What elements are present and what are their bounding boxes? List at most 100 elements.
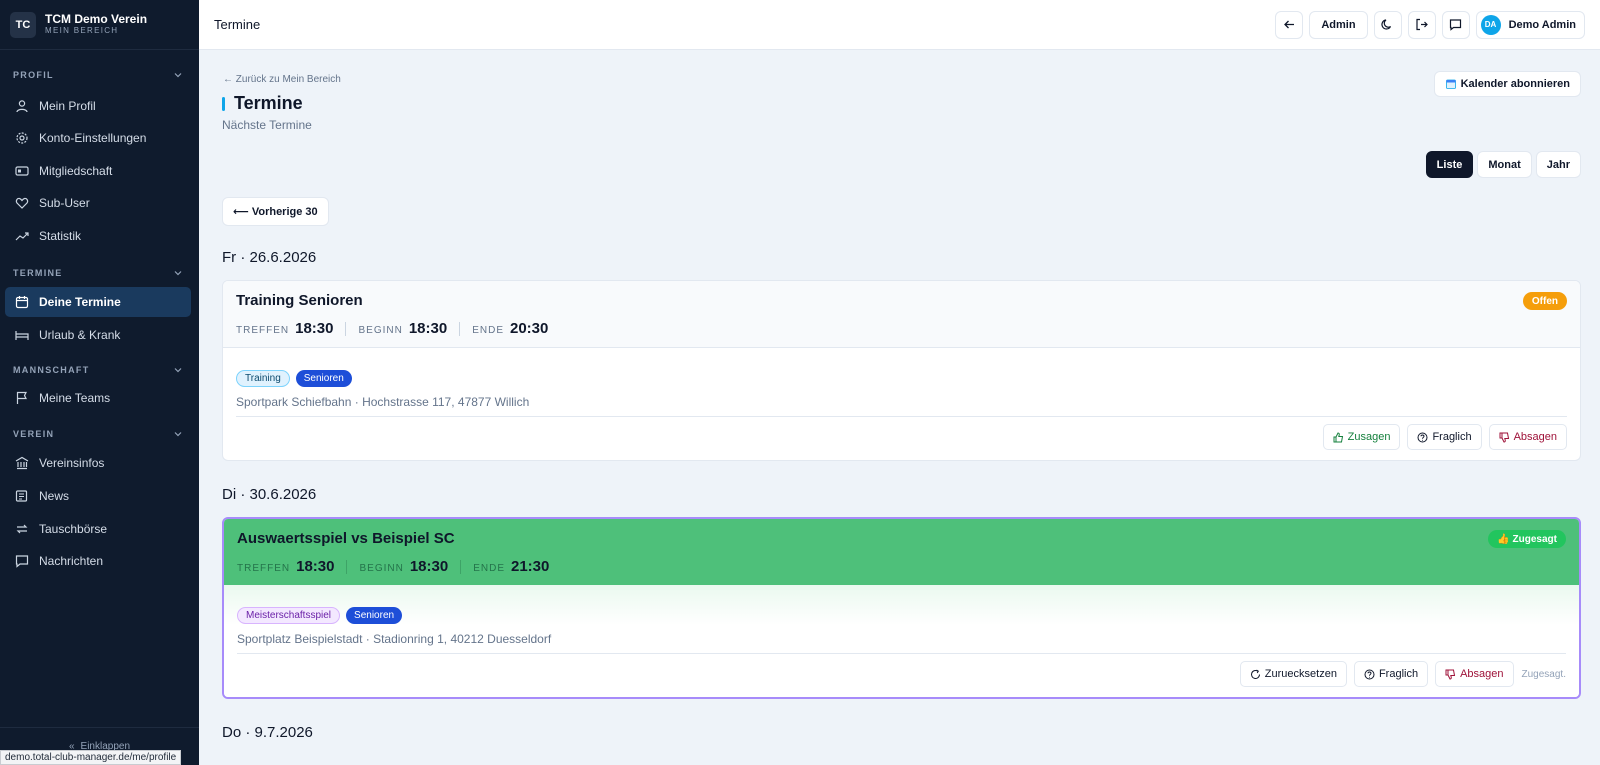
response-note: Zugesagt. bbox=[1521, 668, 1566, 680]
flag-icon bbox=[16, 391, 27, 404]
subscribe-calendar-button[interactable]: Kalender abonnieren bbox=[1433, 71, 1581, 97]
event-title: Training Senioren bbox=[236, 292, 363, 309]
subscribe-label: Kalender abonnieren bbox=[1460, 78, 1570, 90]
section-mannschaft[interactable]: MANNSCHAFT bbox=[13, 365, 183, 375]
message-icon bbox=[1449, 19, 1462, 31]
accept-button[interactable]: Zusagen bbox=[1322, 424, 1401, 450]
event-body: Training Senioren Sportpark Schiefbahn ·… bbox=[223, 348, 1580, 460]
chevron-down-icon bbox=[174, 271, 182, 276]
sidebar: TC TCM Demo Verein MEIN BEREICH PROFIL M… bbox=[0, 0, 199, 765]
sidebar-item-mitgliedschaft[interactable]: Mitgliedschaft bbox=[5, 156, 191, 186]
sidebar-item-label: Meine Teams bbox=[39, 391, 111, 405]
event-header: Training Senioren Offen TREFFEN 18:30 BEG… bbox=[223, 281, 1580, 348]
maybe-button[interactable]: Fraglich bbox=[1353, 661, 1429, 687]
sidebar-item-label: Mein Profil bbox=[39, 99, 96, 113]
sidebar-item-nachrichten[interactable]: Nachrichten bbox=[5, 546, 191, 576]
moon-icon bbox=[1381, 19, 1392, 30]
sidebar-item-label: Vereinsinfos bbox=[39, 456, 105, 470]
gear-icon bbox=[16, 132, 28, 144]
tag: Senioren bbox=[346, 607, 403, 624]
brand[interactable]: TC TCM Demo Verein MEIN BEREICH bbox=[0, 0, 199, 50]
brand-subtitle: MEIN BEREICH bbox=[45, 26, 119, 35]
reset-button[interactable]: Zuruecksetzen bbox=[1239, 661, 1347, 687]
section-profil[interactable]: PROFIL bbox=[13, 70, 183, 80]
event-actions: Zuruecksetzen Fraglich Absagen Zugesagt. bbox=[237, 661, 1566, 687]
sidebar-item-label: Tauschbörse bbox=[39, 522, 108, 536]
page-subtitle: Nächste Termine bbox=[222, 118, 312, 132]
sidebar-item-meine-teams[interactable]: Meine Teams bbox=[5, 383, 191, 413]
sidebar-item-urlaub-krank[interactable]: Urlaub & Krank bbox=[5, 320, 191, 350]
tag: Training bbox=[236, 370, 290, 387]
title-accent bbox=[222, 97, 225, 111]
thumbs-up-icon bbox=[1333, 431, 1343, 442]
messages-button[interactable] bbox=[1441, 10, 1470, 39]
page-title: Termine bbox=[234, 93, 303, 113]
sidebar-item-statistik[interactable]: Statistik bbox=[5, 221, 191, 251]
sidebar-item-mein-profil[interactable]: Mein Profil bbox=[5, 91, 191, 121]
time-label: ENDE bbox=[473, 563, 505, 574]
browser-status-url: demo.total-club-manager.de/me/profile bbox=[0, 750, 182, 765]
decline-button[interactable]: Absagen bbox=[1435, 661, 1514, 687]
brand-logo: TC bbox=[10, 11, 36, 38]
logout-button[interactable] bbox=[1407, 10, 1436, 39]
chevron-down-icon bbox=[174, 368, 182, 373]
event-card[interactable]: Auswaertsspiel vs Beispiel SC 👍 Zugesagt… bbox=[222, 517, 1581, 699]
time-label: TREFFEN bbox=[236, 325, 290, 336]
topbar-title: Termine bbox=[214, 17, 261, 32]
tag: Senioren bbox=[295, 370, 352, 387]
brand-name: TCM Demo Verein bbox=[45, 12, 148, 26]
back-button[interactable] bbox=[1275, 10, 1304, 39]
section-termine[interactable]: TERMINE bbox=[13, 268, 183, 278]
event-header: Auswaertsspiel vs Beispiel SC 👍 Zugesagt… bbox=[224, 519, 1579, 585]
message-icon bbox=[15, 555, 29, 568]
thumbs-down-icon bbox=[1445, 669, 1456, 680]
sidebar-item-news[interactable]: News bbox=[5, 481, 191, 511]
sidebar-item-tauschboerse[interactable]: Tauschbörse bbox=[5, 514, 191, 544]
thumbs-down-icon bbox=[1499, 432, 1509, 443]
tag: Meisterschaftsspiel bbox=[237, 607, 341, 624]
view-toggle: Liste Monat Jahr bbox=[1422, 151, 1581, 178]
newspaper-icon bbox=[15, 490, 28, 502]
decline-button[interactable]: Absagen bbox=[1488, 424, 1567, 450]
time-label: BEGINN bbox=[359, 563, 404, 574]
event-tags: Training Senioren bbox=[236, 370, 1567, 387]
swap-icon bbox=[16, 524, 28, 534]
sidebar-item-sub-user[interactable]: Sub-User bbox=[5, 188, 191, 218]
calendar-icon bbox=[1445, 79, 1456, 89]
theme-toggle-button[interactable] bbox=[1373, 10, 1402, 39]
sidebar-item-deine-termine[interactable]: Deine Termine bbox=[5, 287, 191, 317]
event-card[interactable]: Training Senioren Offen TREFFEN 18:30 BEG… bbox=[222, 280, 1581, 461]
event-location: Sportpark Schiefbahn · Hochstrasse 117, … bbox=[236, 395, 1567, 417]
time-value: 18:30 bbox=[408, 320, 448, 337]
sidebar-item-label: Deine Termine bbox=[39, 295, 121, 309]
previous-30-button[interactable]: ⟵ Vorherige 30 bbox=[222, 197, 329, 226]
section-label: MANNSCHAFT bbox=[13, 365, 90, 375]
sidebar-item-vereinsinfos[interactable]: Vereinsinfos bbox=[5, 448, 191, 478]
decline-label: Absagen bbox=[1460, 668, 1504, 680]
trend-icon bbox=[15, 232, 29, 241]
view-year-button[interactable]: Jahr bbox=[1535, 151, 1581, 178]
section-label: TERMINE bbox=[13, 268, 63, 278]
event-times: TREFFEN 18:30 BEGINN 18:30 ENDE 21:30 bbox=[237, 558, 1566, 575]
avatar: DA bbox=[1480, 14, 1501, 35]
event-times: TREFFEN 18:30 BEGINN 18:30 ENDE 20:30 bbox=[236, 320, 1567, 337]
admin-button[interactable]: Admin bbox=[1309, 10, 1368, 39]
status-badge: Offen bbox=[1522, 292, 1567, 310]
chevron-down-icon bbox=[174, 73, 182, 78]
sidebar-item-label: Statistik bbox=[39, 229, 82, 243]
user-menu-button[interactable]: DA Demo Admin bbox=[1475, 10, 1585, 39]
divider bbox=[459, 321, 461, 336]
sidebar-item-label: Nachrichten bbox=[39, 554, 104, 568]
sidebar-item-konto-einstellungen[interactable]: Konto-Einstellungen bbox=[5, 123, 191, 153]
time-label: TREFFEN bbox=[237, 563, 291, 574]
maybe-button[interactable]: Fraglich bbox=[1407, 424, 1482, 450]
status-badge: 👍 Zugesagt bbox=[1488, 530, 1566, 548]
back-to-my-area-link[interactable]: ← Zurück zu Mein Bereich bbox=[223, 74, 341, 85]
event-actions: Zusagen Fraglich Absagen bbox=[236, 424, 1567, 450]
divider bbox=[345, 321, 347, 336]
time-value: 18:30 bbox=[296, 558, 335, 575]
view-list-button[interactable]: Liste bbox=[1425, 151, 1474, 178]
view-month-button[interactable]: Monat bbox=[1477, 151, 1532, 178]
refresh-icon bbox=[1250, 669, 1260, 679]
section-verein[interactable]: VEREIN bbox=[13, 429, 183, 439]
